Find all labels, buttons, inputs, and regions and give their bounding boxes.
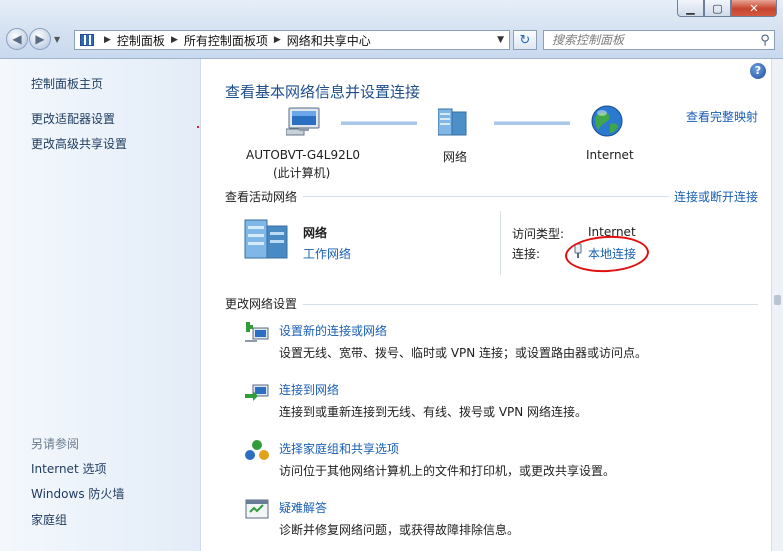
scrollbar-thumb[interactable] (774, 295, 781, 305)
address-bar[interactable]: ▶ 控制面板 ▶ 所有控制面板项 ▶ 网络和共享中心 ▼ (74, 30, 510, 50)
computer-icon (286, 107, 320, 136)
vertical-divider (500, 211, 501, 275)
connect-network-link[interactable]: 连接到网络 (279, 381, 339, 398)
section-divider (303, 304, 758, 305)
active-network-name: 网络 (303, 226, 328, 240)
search-box: ⚲ (543, 30, 775, 50)
setup-connection-desc: 设置无线、宽带、拨号、临时或 VPN 连接；或设置路由器或访问点。 (279, 346, 648, 360)
sidebar-item-adapter-settings[interactable]: 更改适配器设置 (31, 110, 115, 127)
back-button[interactable]: ◀ (6, 28, 28, 50)
connect-disconnect-link[interactable]: 连接或断开连接 (674, 188, 758, 205)
access-type-label: 访问类型: (512, 227, 565, 241)
see-also-heading: 另请参阅 (31, 437, 80, 451)
section-divider (303, 196, 669, 197)
chevron-right-icon[interactable]: ▶ (274, 35, 281, 45)
new-connection-icon (245, 322, 269, 342)
marker-dot (197, 126, 199, 128)
computer-name: AUTOBVT-G4L92L0 (246, 148, 361, 162)
navigation-buttons: ◀ ▶ ▼ (6, 28, 60, 50)
minimize-button[interactable]: ▁ (677, 0, 704, 17)
breadcrumb-all-items[interactable]: 所有控制面板项 (184, 32, 268, 49)
address-dropdown[interactable]: ▼ (497, 35, 504, 45)
internet-globe-icon (591, 105, 623, 137)
arrow-left-icon: ◀ (12, 32, 22, 46)
vertical-scrollbar[interactable] (771, 59, 783, 551)
page-title: 查看基本网络信息并设置连接 (225, 83, 421, 101)
arrow-right-icon: ▶ (35, 32, 45, 46)
active-networks-heading: 查看活动网络 (225, 190, 298, 204)
search-icon[interactable]: ⚲ (756, 33, 774, 48)
homegroup-icon (245, 440, 269, 460)
troubleshoot-link[interactable]: 疑难解答 (279, 499, 327, 516)
sidebar-item-advanced-sharing[interactable]: 更改高级共享设置 (31, 135, 127, 152)
connect-network-icon (245, 384, 269, 401)
map-link-1 (341, 121, 417, 125)
breadcrumb-network-center[interactable]: 网络和共享中心 (287, 32, 371, 49)
setup-connection-link[interactable]: 设置新的连接或网络 (279, 322, 387, 339)
refresh-icon: ↻ (519, 32, 531, 48)
sidebar: 控制面板主页 更改适配器设置 更改高级共享设置 另请参阅 Internet 选项… (0, 59, 201, 551)
homegroup-sharing-link[interactable]: 选择家庭组和共享选项 (279, 440, 399, 457)
homegroup-sharing-desc: 访问位于其他网络计算机上的文件和打印机，或更改共享设置。 (279, 464, 616, 478)
control-panel-icon (80, 34, 94, 46)
active-network-icon (244, 219, 288, 259)
computer-subtitle: (此计算机) (273, 166, 331, 180)
help-icon[interactable]: ? (750, 63, 766, 79)
network-type-link[interactable]: 工作网络 (303, 245, 351, 262)
sidebar-item-home[interactable]: 控制面板主页 (31, 75, 103, 92)
chevron-right-icon[interactable]: ▶ (104, 35, 111, 45)
network-label: 网络 (443, 150, 468, 164)
refresh-button[interactable]: ↻ (513, 30, 537, 50)
connect-network-desc: 连接到或重新连接到无线、有线、拨号或 VPN 网络连接。 (279, 405, 588, 419)
chevron-right-icon[interactable]: ▶ (171, 35, 178, 45)
maximize-button[interactable]: ▢ (704, 0, 731, 17)
search-input[interactable] (544, 32, 756, 48)
recent-pages-dropdown[interactable]: ▼ (54, 35, 60, 44)
view-full-map-link[interactable]: 查看完整映射 (686, 108, 758, 125)
connection-label: 连接: (512, 247, 541, 261)
map-link-2 (494, 121, 570, 125)
change-settings-heading: 更改网络设置 (225, 297, 298, 311)
internet-label: Internet (586, 148, 634, 162)
window-titlebar: ▁ ▢ ✕ ◀ ▶ ▼ ▶ 控制面板 ▶ 所有控制面板项 ▶ 网络和共享中心 ▼… (0, 0, 783, 59)
window-controls: ▁ ▢ ✕ (677, 0, 777, 17)
network-icon (438, 108, 467, 136)
close-button[interactable]: ✕ (731, 0, 777, 17)
sidebar-item-homegroup[interactable]: 家庭组 (31, 511, 67, 528)
breadcrumb-control-panel[interactable]: 控制面板 (117, 32, 165, 49)
sidebar-item-internet-options[interactable]: Internet 选项 (31, 460, 106, 477)
sidebar-item-firewall[interactable]: Windows 防火墙 (31, 485, 124, 502)
troubleshoot-icon (245, 499, 269, 519)
forward-button[interactable]: ▶ (29, 28, 51, 50)
troubleshoot-desc: 诊断并修复网络问题，或获得故障排除信息。 (279, 523, 520, 537)
